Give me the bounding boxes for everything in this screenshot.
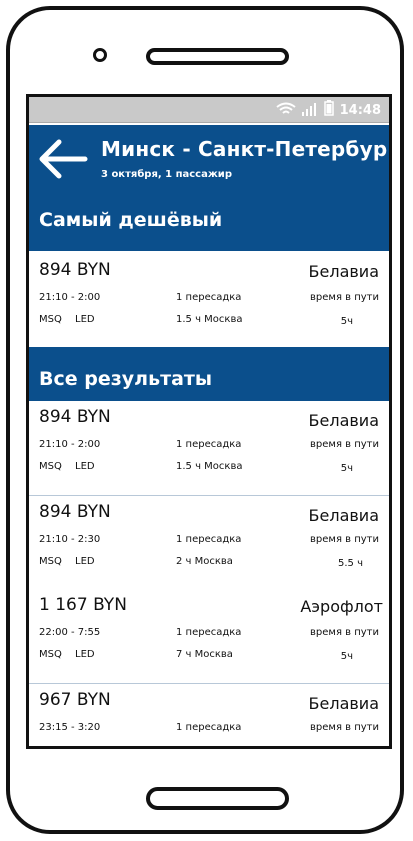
flight-card[interactable]: 894 BYN Белавиа 21:10 - 2:30 1 пересадка…	[29, 495, 389, 589]
flight-transfers: 1 пересадка	[176, 534, 242, 545]
speaker-grille	[146, 48, 289, 65]
back-button[interactable]	[37, 137, 89, 185]
flight-price: 967 BYN	[39, 690, 111, 710]
flight-card[interactable]: 967 BYN Белавиа 23:15 - 3:20 1 пересадка…	[29, 683, 389, 746]
flight-duration-label: время в пути	[310, 722, 379, 733]
flight-airports: MSQ LED	[39, 314, 95, 325]
flight-duration-label: время в пути	[310, 534, 379, 545]
wifi-icon	[275, 101, 296, 120]
route-subtitle: 3 октября, 1 пассажир	[101, 169, 232, 180]
cheapest-section-title: Самый дешёвый	[39, 209, 223, 231]
flight-airline: Белавиа	[308, 262, 379, 281]
flight-duration: 5.5 ч	[338, 558, 363, 569]
flight-times: 23:15 - 3:20	[39, 722, 101, 733]
route-title: Минск - Санкт-Петербург	[101, 137, 392, 161]
flight-airline: Белавиа	[308, 411, 379, 430]
flight-times: 21:10 - 2:30	[39, 534, 101, 545]
cheapest-flight-card[interactable]: 894 BYN Белавиа 21:10 - 2:00 1 пересадка…	[29, 251, 389, 347]
flight-transfers: 1 пересадка	[176, 722, 242, 733]
status-icons: 14:48	[275, 100, 381, 120]
arrow-left-icon	[37, 139, 89, 185]
flight-layover: 1.5 ч Москва	[176, 461, 243, 472]
signal-icon	[301, 101, 318, 120]
flight-price: 894 BYN	[39, 407, 111, 427]
flight-duration: 5ч	[340, 316, 353, 327]
flight-layover: 1.5 ч Москва	[176, 314, 243, 325]
flight-airports: MSQ LED	[39, 556, 95, 567]
status-bar: 14:48	[29, 97, 389, 123]
home-button[interactable]	[146, 787, 289, 810]
flight-airline: Белавиа	[308, 506, 379, 525]
search-header: Минск - Санкт-Петербург 3 октября, 1 пас…	[29, 125, 389, 251]
flight-card[interactable]: 1 167 BYN Аэрофлот 22:00 - 7:55 1 переса…	[29, 589, 389, 683]
flight-times: 22:00 - 7:55	[39, 627, 101, 638]
phone-screen: 14:48 Минск - Санкт-Петербург 3 октября,…	[26, 94, 392, 749]
flight-transfers: 1 пересадка	[176, 627, 242, 638]
all-results-header: Все результаты	[29, 347, 389, 401]
flight-airline: Аэрофлот	[300, 597, 383, 616]
flight-layover: 2 ч Москва	[176, 556, 233, 567]
flight-duration-label: время в пути	[310, 292, 379, 303]
flight-layover: 7 ч Москва	[176, 649, 233, 660]
status-time: 14:48	[339, 102, 381, 118]
flight-duration-label: время в пути	[310, 627, 379, 638]
flight-airline: Белавиа	[308, 694, 379, 713]
flight-card[interactable]: 894 BYN Белавиа 21:10 - 2:00 1 пересадка…	[29, 401, 389, 495]
battery-icon	[323, 100, 334, 120]
flight-times: 21:10 - 2:00	[39, 292, 101, 303]
flight-duration: 5ч	[340, 463, 353, 474]
flight-transfers: 1 пересадка	[176, 439, 242, 450]
flight-airports: MSQ LED	[39, 649, 95, 660]
flight-airports: MSQ LED	[39, 461, 95, 472]
flight-transfers: 1 пересадка	[176, 292, 242, 303]
flight-duration: 5ч	[340, 651, 353, 662]
flight-duration-label: время в пути	[310, 439, 379, 450]
flight-price: 894 BYN	[39, 260, 111, 280]
flight-price: 1 167 BYN	[39, 595, 127, 615]
all-results-section-title: Все результаты	[39, 368, 213, 390]
front-camera	[93, 48, 107, 62]
flight-price: 894 BYN	[39, 502, 111, 522]
flight-times: 21:10 - 2:00	[39, 439, 101, 450]
